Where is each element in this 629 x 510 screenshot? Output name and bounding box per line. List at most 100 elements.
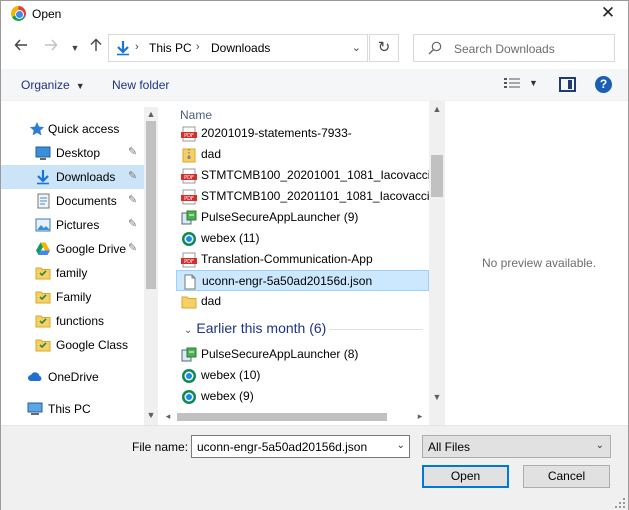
view-dropdown-icon[interactable]: ▼	[529, 78, 538, 88]
nav-item-downloads[interactable]: Downloads ✎	[1, 165, 144, 189]
list-item[interactable]: dad	[176, 291, 429, 312]
scroll-up-icon[interactable]: ▲	[144, 109, 158, 119]
breadcrumb-downloads[interactable]: Downloads	[211, 41, 270, 55]
nav-item-pictures[interactable]: Pictures ✎	[1, 213, 144, 237]
chevron-down-icon[interactable]: ⌄	[397, 440, 405, 451]
folder-icon	[181, 296, 197, 309]
scroll-down-icon[interactable]: ▼	[429, 392, 445, 402]
nav-label: Quick access	[48, 122, 120, 136]
chevron-down-icon: ⌄	[595, 440, 604, 451]
file-name-label: File name:	[132, 440, 189, 454]
webex-icon	[182, 369, 196, 383]
preview-message: No preview available.	[482, 256, 597, 270]
resize-grip-icon[interactable]	[615, 498, 625, 508]
nav-item-desktop[interactable]: Desktop ✎	[1, 141, 144, 165]
nav-label: functions	[56, 314, 105, 328]
zip-folder-icon	[182, 148, 196, 163]
list-item[interactable]: PulseSecureAppLauncher (8)	[176, 344, 429, 365]
nav-label: Google Class	[56, 338, 129, 352]
up-button[interactable]	[86, 37, 106, 59]
nav-item-family[interactable]: family	[1, 261, 144, 285]
back-button[interactable]	[11, 37, 31, 59]
scroll-left-icon[interactable]: ◂	[161, 411, 175, 422]
open-button[interactable]: Open	[422, 465, 509, 488]
pin-icon: ✎	[128, 170, 138, 182]
file-name: Translation-Communication-App	[201, 252, 373, 266]
refresh-button[interactable]: ↻	[369, 34, 399, 62]
file-list-scroll-thumb[interactable]	[431, 155, 443, 197]
scroll-down-icon[interactable]: ⌄	[144, 409, 158, 420]
list-item[interactable]: webex (11)	[176, 228, 429, 249]
breadcrumb-separator: ›	[135, 41, 139, 53]
svg-text:PDF: PDF	[184, 259, 194, 265]
nav-item-documents[interactable]: Documents ✎	[1, 189, 144, 213]
group-header[interactable]: ⌄ Earlier this month (6)	[184, 320, 326, 336]
search-input[interactable]: Search Downloads	[413, 34, 615, 62]
nav-item-onedrive[interactable]: OneDrive	[1, 365, 144, 389]
close-button[interactable]: ✕	[596, 3, 620, 23]
list-item[interactable]: PDF STMTCMB100_20201101_1081_Iacovacci_	[176, 186, 436, 207]
nav-scrollbar[interactable]: ▲ ▼	[144, 107, 158, 425]
pdf-icon: PDF	[181, 168, 197, 184]
file-name-input[interactable]: uconn-engr-5a50ad20156d.json ⌄	[191, 435, 410, 458]
pin-icon: ✎	[128, 242, 138, 254]
list-item[interactable]: dad	[176, 144, 429, 165]
dialog-footer: File name: uconn-engr-5a50ad20156d.json …	[1, 425, 628, 510]
open-dialog: Open ✕ ▼ › This PC › Downloads ⌄ ↻ Searc…	[0, 0, 629, 510]
file-name: 20201019-statements-7933-	[201, 126, 352, 140]
cancel-button[interactable]: Cancel	[523, 465, 610, 488]
address-bar[interactable]: › This PC › Downloads ⌄	[108, 34, 368, 62]
list-item[interactable]: PulseSecureAppLauncher (9)	[176, 207, 429, 228]
file-type-select[interactable]: All Files ⌄	[422, 435, 611, 458]
file-list-scrollbar[interactable]: ▲ ▼	[429, 101, 445, 425]
nav-label: Downloads	[56, 170, 116, 184]
list-item-selected[interactable]: uconn-engr-5a50ad20156d.json	[176, 270, 429, 291]
navigation-pane: Quick access Desktop ✎ Downloads ✎ Docum…	[1, 107, 158, 425]
recent-locations-button[interactable]: ▼	[65, 37, 85, 59]
file-name: webex (9)	[201, 389, 254, 403]
scroll-up-icon[interactable]: ▲	[429, 104, 445, 114]
list-item[interactable]: webex (9)	[176, 386, 429, 407]
new-folder-button[interactable]: New folder	[112, 78, 169, 92]
list-item[interactable]: PDF STMTCMB100_20201001_1081_Iacovacci_	[176, 165, 437, 186]
list-item[interactable]: PDF 20201019-statements-7933-	[176, 123, 429, 144]
nav-label: Pictures	[56, 218, 100, 232]
horizontal-scroll-thumb[interactable]	[177, 413, 387, 421]
chevron-down-icon[interactable]: ⌄	[352, 41, 361, 54]
horizontal-scrollbar[interactable]: ⌄ ◂ ▸	[1, 409, 628, 425]
nav-item-google-drive[interactable]: Google Drive ✎	[1, 237, 144, 261]
scroll-right-icon[interactable]: ▸	[413, 411, 427, 422]
breadcrumb-this-pc[interactable]: This PC	[149, 41, 192, 55]
list-item[interactable]: webex (10)	[176, 365, 429, 386]
arrow-right-icon	[45, 39, 58, 51]
help-icon[interactable]: ?	[595, 76, 612, 93]
file-name: webex (10)	[201, 368, 261, 382]
arrow-up-icon	[90, 38, 102, 51]
pdf-icon: PDF	[181, 189, 197, 205]
pin-icon: ✎	[128, 194, 138, 206]
list-item[interactable]: PDF Translation-Communication-App	[176, 249, 429, 270]
nav-item-family-2[interactable]: Family	[1, 285, 144, 309]
pdf-icon: PDF	[181, 126, 197, 142]
nav-item-functions[interactable]: functions	[1, 309, 144, 333]
window-title: Open	[32, 7, 62, 21]
download-icon	[117, 41, 129, 56]
google-drive-icon	[36, 242, 50, 255]
view-options-icon[interactable]	[503, 77, 521, 92]
organize-button[interactable]: Organize ▼	[21, 78, 85, 92]
nav-item-google-class[interactable]: Google Class	[1, 333, 144, 357]
preview-pane-icon[interactable]	[559, 77, 576, 92]
refresh-icon: ↻	[377, 39, 391, 56]
command-bar: Organize ▼ New folder ▼ ?	[1, 69, 628, 101]
nav-label: Desktop	[56, 146, 101, 160]
nav-scroll-thumb[interactable]	[146, 121, 156, 289]
nav-label: Documents	[56, 194, 117, 208]
pin-icon: ✎	[128, 218, 138, 230]
nav-item-quick-access[interactable]: Quick access	[1, 117, 144, 141]
file-name: uconn-engr-5a50ad20156d.json	[202, 274, 373, 288]
file-name: STMTCMB100_20201101_1081_Iacovacci_	[201, 189, 437, 203]
column-header-name[interactable]: Name	[180, 108, 212, 122]
file-name: dad	[201, 147, 222, 161]
pictures-icon	[35, 218, 51, 232]
forward-button[interactable]	[41, 37, 61, 59]
